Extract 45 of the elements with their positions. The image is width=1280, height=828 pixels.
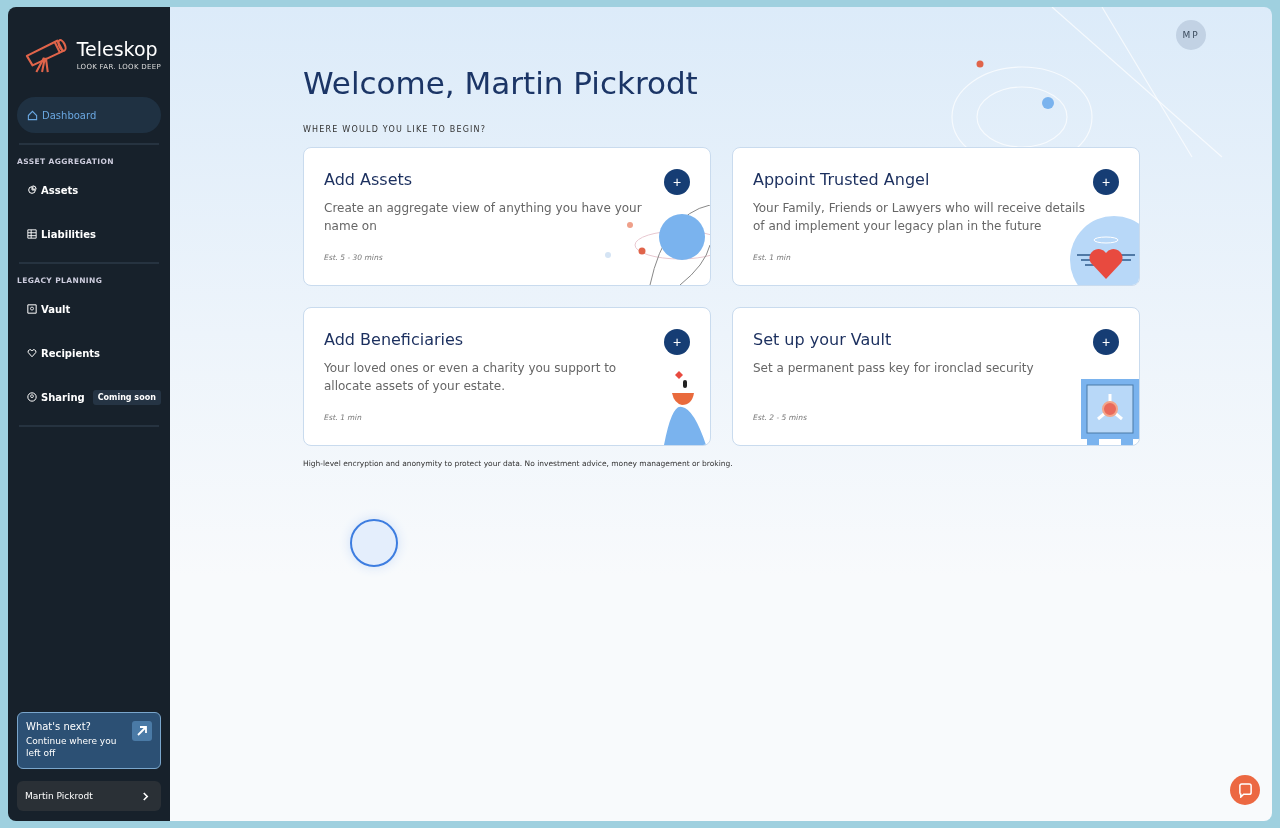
chevron-right-icon (142, 791, 149, 801)
heart-icon (27, 348, 37, 358)
card-title: Add Beneficiaries (324, 330, 464, 349)
whats-next-card[interactable]: What's next? Continue where you left off (17, 711, 161, 769)
card-title: Set up your Vault (753, 330, 892, 349)
arrow-up-right-icon (132, 720, 152, 741)
card-title: Add Assets (324, 170, 413, 189)
nav-label: Assets (41, 184, 79, 196)
nav-label: Vault (41, 303, 71, 315)
nav-label: Sharing (41, 391, 85, 403)
add-button[interactable]: + (664, 329, 690, 355)
nav-label: Liabilities (41, 228, 96, 240)
card-text: Create an aggregate view of anything you have your name on (324, 200, 643, 235)
card-title: What's next? (26, 720, 92, 732)
page-subheading: WHERE WOULD YOU LIKE TO BEGIN? (303, 125, 488, 134)
add-button[interactable]: + (664, 169, 690, 195)
winged-heart-drawing (1069, 215, 1139, 285)
nav-item[interactable]: Liabilities (17, 216, 161, 252)
nav-item[interactable]: Sharing Coming soon (17, 379, 161, 415)
user-circle-icon (27, 392, 37, 402)
add-button[interactable]: + (1093, 329, 1119, 355)
nav-item[interactable]: Vault (17, 291, 161, 327)
brand-name: Teleskop (76, 37, 159, 60)
card-text: Your loved ones or even a charity you support to allocate assets of your estate. (324, 360, 618, 395)
coming-soon-badge: Coming soon (92, 389, 161, 405)
card-text: Set a permanent pass key for ironclad security (753, 360, 1035, 377)
nav-item[interactable]: Dashboard (17, 97, 161, 133)
home-icon (27, 109, 38, 121)
nav-label: Recipients (41, 347, 101, 359)
user-avatar[interactable]: MP (1176, 20, 1206, 50)
chat-button[interactable] (1230, 775, 1260, 805)
card-text: Continue where you left off (26, 734, 118, 760)
pie-chart-icon (27, 185, 37, 195)
card-title: Appoint Trusted Angel (753, 170, 930, 189)
page-heading: Welcome, Martin Pickrodt (303, 65, 699, 101)
nav-item[interactable]: Recipients (17, 335, 161, 371)
nav-item[interactable]: Assets (17, 172, 161, 208)
safe-icon (27, 304, 37, 314)
safe-drawing (1079, 379, 1139, 445)
grid-icon (27, 229, 37, 239)
add-button[interactable]: + (1093, 169, 1119, 195)
cursor-highlight (350, 519, 398, 567)
card-text: Your Family, Friends or Lawyers who will receive details of and implement your legacy plan in the future (753, 200, 1086, 235)
user-menu-button[interactable]: Martin Pickrodt (17, 781, 161, 811)
chat-icon (1237, 782, 1253, 798)
